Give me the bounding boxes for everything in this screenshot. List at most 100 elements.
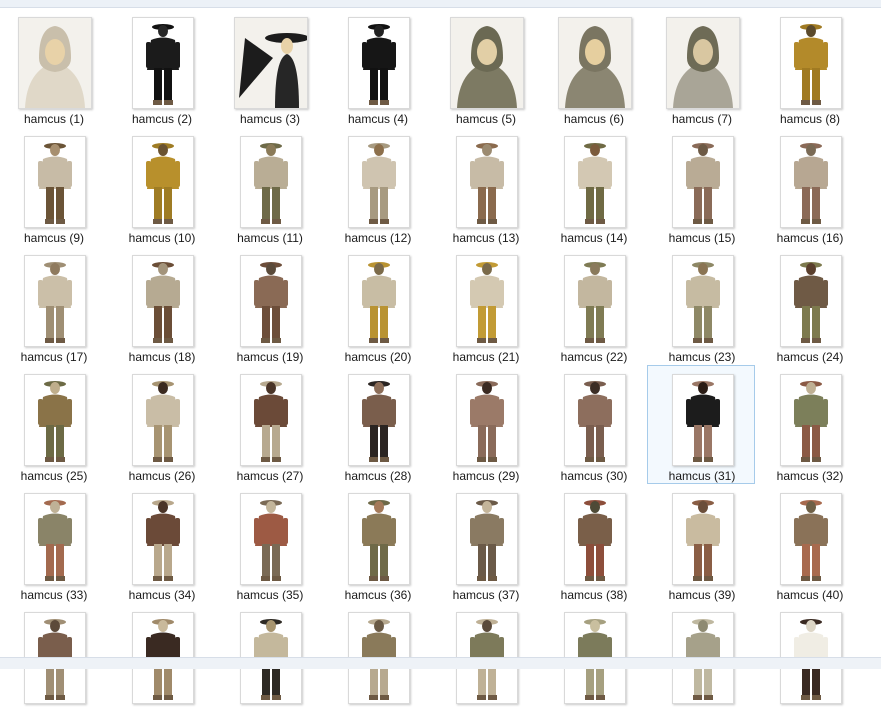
file-item[interactable]: hamcus (17) <box>0 246 107 365</box>
file-name-label: hamcus (30) <box>560 469 628 483</box>
fashion-photo-image <box>38 381 72 462</box>
file-name-label: hamcus (29) <box>452 469 520 483</box>
file-thumbnail[interactable] <box>564 493 626 585</box>
file-name-label: hamcus (35) <box>236 588 304 602</box>
file-thumbnail[interactable] <box>348 136 410 228</box>
file-item[interactable]: hamcus (18) <box>107 246 215 365</box>
file-item[interactable]: hamcus (1) <box>0 8 107 127</box>
file-item[interactable]: hamcus (13) <box>431 127 539 246</box>
file-name-label: hamcus (10) <box>128 231 196 245</box>
file-thumbnail[interactable] <box>132 493 194 585</box>
file-item[interactable]: hamcus (3) <box>215 8 323 127</box>
file-item[interactable]: hamcus (30) <box>539 365 647 484</box>
file-thumbnail[interactable] <box>24 255 86 347</box>
file-thumbnail[interactable] <box>780 136 842 228</box>
file-thumbnail[interactable] <box>348 255 410 347</box>
file-item[interactable]: hamcus (35) <box>215 484 323 603</box>
file-thumbnail[interactable] <box>780 493 842 585</box>
file-item[interactable]: hamcus (39) <box>647 484 755 603</box>
file-thumbnail[interactable] <box>780 374 842 466</box>
file-thumbnail[interactable] <box>558 17 632 109</box>
file-item[interactable]: hamcus (4) <box>323 8 431 127</box>
file-item[interactable]: hamcus (12) <box>323 127 431 246</box>
fashion-photo-image <box>362 500 396 581</box>
file-thumbnail[interactable] <box>456 255 518 347</box>
file-thumbnail[interactable] <box>780 255 842 347</box>
file-item[interactable]: hamcus (31) <box>647 365 755 484</box>
file-item[interactable]: hamcus (9) <box>0 127 107 246</box>
file-thumbnail[interactable] <box>240 255 302 347</box>
file-thumbnail[interactable] <box>672 493 734 585</box>
file-thumbnail[interactable] <box>18 17 92 109</box>
file-item[interactable]: hamcus (7) <box>647 8 755 127</box>
file-item[interactable]: hamcus (38) <box>539 484 647 603</box>
file-thumbnail[interactable] <box>234 17 308 109</box>
file-item[interactable]: hamcus (22) <box>539 246 647 365</box>
file-item[interactable]: hamcus (2) <box>107 8 215 127</box>
fashion-photo-image <box>578 143 612 224</box>
file-thumbnail[interactable] <box>456 136 518 228</box>
file-item[interactable]: hamcus (5) <box>431 8 539 127</box>
file-thumbnail[interactable] <box>348 17 410 109</box>
file-item[interactable]: hamcus (26) <box>107 365 215 484</box>
file-thumbnail[interactable] <box>564 374 626 466</box>
file-item[interactable]: hamcus (8) <box>755 8 863 127</box>
file-item[interactable]: hamcus (29) <box>431 365 539 484</box>
fashion-photo-image <box>794 381 828 462</box>
fashion-photo-image <box>362 143 396 224</box>
file-item[interactable]: hamcus (36) <box>323 484 431 603</box>
file-item[interactable]: hamcus (27) <box>215 365 323 484</box>
file-thumbnail[interactable] <box>456 493 518 585</box>
file-name-label: hamcus (1) <box>23 112 85 126</box>
file-item[interactable]: hamcus (24) <box>755 246 863 365</box>
file-thumbnail[interactable] <box>132 374 194 466</box>
file-thumbnail[interactable] <box>456 374 518 466</box>
file-thumbnail[interactable] <box>24 374 86 466</box>
file-item[interactable]: hamcus (33) <box>0 484 107 603</box>
file-thumbnail[interactable] <box>672 374 734 466</box>
file-thumbnail[interactable] <box>348 374 410 466</box>
file-item[interactable]: hamcus (14) <box>539 127 647 246</box>
file-item[interactable]: hamcus (32) <box>755 365 863 484</box>
file-thumbnail[interactable] <box>780 17 842 109</box>
fashion-photo-image <box>686 262 720 343</box>
file-thumbnail[interactable] <box>132 136 194 228</box>
file-name-label: hamcus (33) <box>20 588 88 602</box>
file-thumbnail[interactable] <box>450 17 524 109</box>
file-thumbnail[interactable] <box>666 17 740 109</box>
file-thumbnail[interactable] <box>24 136 86 228</box>
file-item[interactable]: hamcus (15) <box>647 127 755 246</box>
file-item[interactable]: hamcus (37) <box>431 484 539 603</box>
file-item[interactable]: hamcus (19) <box>215 246 323 365</box>
file-thumbnail[interactable] <box>564 136 626 228</box>
file-thumbnail[interactable] <box>132 17 194 109</box>
fashion-photo-image <box>673 26 733 108</box>
file-thumbnail[interactable] <box>132 255 194 347</box>
file-item[interactable]: hamcus (20) <box>323 246 431 365</box>
file-item[interactable]: hamcus (25) <box>0 365 107 484</box>
fashion-photo-image <box>146 500 180 581</box>
file-item[interactable]: hamcus (11) <box>215 127 323 246</box>
file-item[interactable]: hamcus (28) <box>323 365 431 484</box>
file-name-label: hamcus (27) <box>236 469 304 483</box>
file-item[interactable]: hamcus (6) <box>539 8 647 127</box>
file-item[interactable]: hamcus (23) <box>647 246 755 365</box>
file-thumbnail[interactable] <box>348 493 410 585</box>
file-thumbnail[interactable] <box>672 136 734 228</box>
file-item[interactable]: hamcus (10) <box>107 127 215 246</box>
file-thumbnail[interactable] <box>240 493 302 585</box>
status-bar-edge <box>0 657 881 669</box>
file-thumbnail[interactable] <box>24 493 86 585</box>
fashion-photo-image <box>239 33 307 108</box>
file-thumbnail[interactable] <box>240 136 302 228</box>
file-name-label: hamcus (4) <box>347 112 409 126</box>
file-thumbnail[interactable] <box>564 255 626 347</box>
file-item[interactable]: hamcus (21) <box>431 246 539 365</box>
file-item[interactable]: hamcus (40) <box>755 484 863 603</box>
file-item[interactable]: hamcus (34) <box>107 484 215 603</box>
file-thumbnail[interactable] <box>240 374 302 466</box>
file-item[interactable]: hamcus (16) <box>755 127 863 246</box>
fashion-photo-image <box>25 26 85 108</box>
file-thumbnail-grid: hamcus (1) hamcus (2) hamcus (3) hamcus (4)… <box>0 0 881 704</box>
file-thumbnail[interactable] <box>672 255 734 347</box>
